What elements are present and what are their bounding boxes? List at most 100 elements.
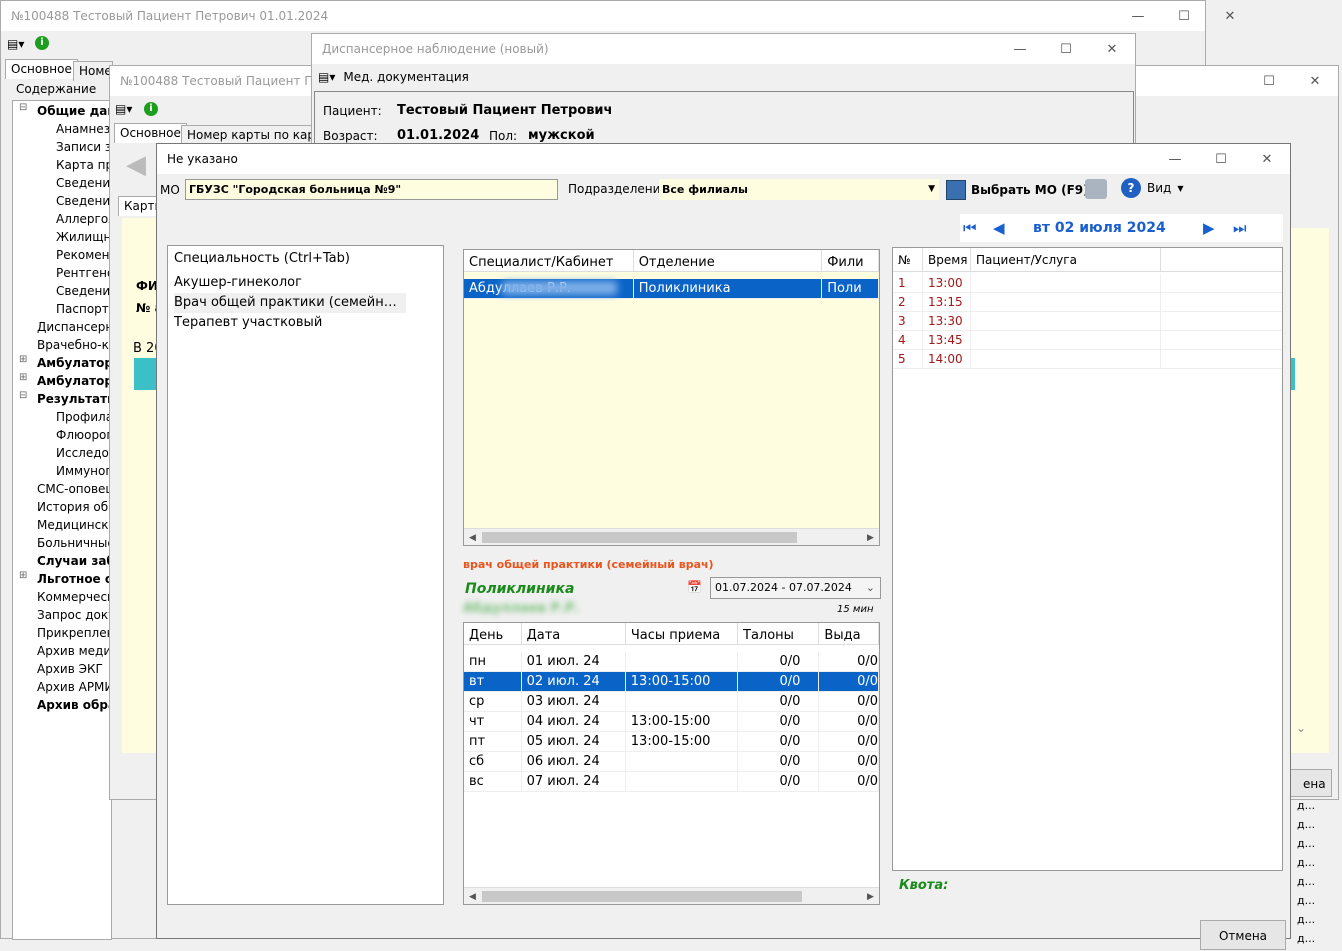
column-header[interactable]: №: [893, 248, 923, 271]
column-header[interactable]: Талоны: [738, 623, 820, 644]
tree-item[interactable]: Амбулаторна: [37, 354, 112, 372]
column-header[interactable]: Выда: [819, 623, 879, 644]
first-page-icon[interactable]: ⏮: [963, 219, 993, 237]
tree-item[interactable]: Паспорт г: [56, 300, 112, 318]
expand-toggle-icon[interactable]: ⊞: [19, 354, 27, 365]
tree-item[interactable]: Диспансерно: [37, 318, 112, 336]
close-icon[interactable]: ✕: [1089, 34, 1135, 64]
maximize-icon[interactable]: ☐: [1043, 34, 1089, 64]
printer-icon[interactable]: [1085, 179, 1107, 199]
info-icon[interactable]: i: [35, 36, 49, 50]
column-header[interactable]: Специалист/Кабинет: [464, 250, 634, 271]
column-header[interactable]: Фили: [822, 250, 879, 271]
teal-button[interactable]: [134, 358, 158, 390]
scroll-left-icon[interactable]: ◀: [464, 888, 481, 904]
slot-row[interactable]: 3 13:30: [893, 312, 1282, 331]
column-header[interactable]: Дата: [522, 623, 626, 644]
scroll-left-icon[interactable]: ◀: [464, 529, 481, 545]
scroll-thumb[interactable]: [482, 532, 797, 543]
tree-item[interactable]: Карта про: [56, 156, 112, 174]
table-row[interactable]: сб 06 июл. 24 0/0 0/0: [464, 752, 879, 772]
tree-item[interactable]: Исследова: [56, 444, 112, 462]
date-range-select[interactable]: 01.07.2024 - 07.07.2024 ⌄: [710, 577, 881, 599]
tree-item[interactable]: Профилак: [56, 408, 112, 426]
minimize-icon[interactable]: [1200, 66, 1246, 96]
tree-item[interactable]: Архив медици: [37, 642, 112, 660]
column-header[interactable]: Отделение: [634, 250, 823, 271]
horizontal-scrollbar[interactable]: ◀ ▶: [464, 528, 879, 545]
tree-item[interactable]: Коммерчески: [37, 588, 112, 606]
nav-back-icon[interactable]: ◀: [126, 150, 146, 180]
dept-select[interactable]: Все филиалы ▼: [659, 179, 939, 200]
column-header[interactable]: Время: [923, 248, 971, 271]
slot-row[interactable]: 5 14:00: [893, 350, 1282, 369]
tree-item[interactable]: Архив ЭКГ: [37, 660, 112, 678]
scroll-down-icon[interactable]: ⌄: [1296, 721, 1306, 735]
scroll-thumb[interactable]: [482, 891, 802, 902]
last-page-icon[interactable]: ⏭: [1233, 219, 1247, 237]
horizontal-scrollbar[interactable]: ◀ ▶: [464, 887, 879, 904]
scroll-right-icon[interactable]: ▶: [862, 529, 879, 545]
tree-item[interactable]: Сведения: [56, 192, 112, 210]
tree-item[interactable]: Записи за: [56, 138, 112, 156]
tree-item[interactable]: Архив обращ: [37, 696, 112, 714]
next-icon[interactable]: ▶: [1203, 219, 1233, 237]
mo-field[interactable]: ГБУЗС "Городская больница №9": [185, 179, 558, 200]
table-row[interactable]: ср 03 июл. 24 0/0 0/0: [464, 692, 879, 712]
tree-item[interactable]: Льготное обе: [37, 570, 112, 588]
tree-item[interactable]: Жилищно: [56, 228, 112, 246]
table-row[interactable]: пт 05 июл. 24 13:00-15:00 0/0 0/0: [464, 732, 879, 752]
prev-icon[interactable]: ◀: [993, 219, 1033, 237]
table-row[interactable]: пн 01 июл. 24 0/0 0/0: [464, 652, 879, 672]
table-row[interactable]: вт 02 июл. 24 13:00-15:00 0/0 0/0: [464, 672, 879, 692]
tree-item[interactable]: Иммуноп: [56, 462, 112, 480]
report-menu-icon[interactable]: ▤▾: [115, 102, 132, 116]
view-menu[interactable]: ? Вид ▼: [1121, 178, 1183, 198]
slot-row[interactable]: 2 13:15: [893, 293, 1282, 312]
calendar-icon[interactable]: 📅: [687, 580, 702, 594]
report-menu-icon[interactable]: ▤▾: [7, 37, 24, 51]
expand-toggle-icon[interactable]: ⊟: [19, 390, 27, 401]
minimize-icon[interactable]: —: [1152, 144, 1198, 174]
column-header[interactable]: Часы приема: [626, 623, 738, 644]
cancel-button[interactable]: Отмена: [1200, 920, 1286, 950]
tree-item[interactable]: Случаи забол: [37, 552, 112, 570]
slot-row[interactable]: 1 13:00: [893, 274, 1282, 293]
tree-item[interactable]: Запрос докум: [37, 606, 112, 624]
close-icon[interactable]: ✕: [1207, 1, 1253, 31]
specialty-item[interactable]: Врач общей практики (семейный врач): [174, 293, 406, 313]
tree-item[interactable]: История обра: [37, 498, 112, 516]
tree-item[interactable]: Медицинская: [37, 516, 112, 534]
close-icon[interactable]: ✕: [1244, 144, 1290, 174]
scroll-right-icon[interactable]: ▶: [862, 888, 879, 904]
specialty-item[interactable]: Акушер-гинеколог: [174, 273, 406, 293]
tree-item[interactable]: Сведения: [56, 174, 112, 192]
tree-item[interactable]: Рентгенов: [56, 264, 112, 282]
tree-item[interactable]: Амбулаторна: [37, 372, 112, 390]
maximize-icon[interactable]: ☐: [1161, 1, 1207, 31]
tree-item[interactable]: Рекоменд: [56, 246, 112, 264]
tree-item[interactable]: Прикрепленн: [37, 624, 112, 642]
tab-main[interactable]: Основное: [114, 123, 187, 143]
close-icon[interactable]: ✕: [1292, 66, 1338, 96]
maximize-icon[interactable]: ☐: [1198, 144, 1244, 174]
tree-item[interactable]: Больничные: [37, 534, 112, 552]
tree-item[interactable]: Общие данн: [37, 102, 112, 120]
table-row[interactable]: вс 07 июл. 24 0/0 0/0: [464, 772, 879, 792]
tree-item[interactable]: Архив АРМИС: [37, 678, 112, 696]
specialty-item[interactable]: Терапевт участковый: [174, 313, 406, 333]
minimize-icon[interactable]: —: [1115, 1, 1161, 31]
choose-mo-button[interactable]: Выбрать МО (F9): [946, 177, 1089, 203]
tab-number[interactable]: Номер: [73, 61, 113, 81]
expand-toggle-icon[interactable]: ⊞: [19, 372, 27, 383]
tree-item[interactable]: Флюорогр: [56, 426, 112, 444]
med-docs-menu[interactable]: ▤▾ Мед. документация: [318, 70, 469, 84]
tree-item[interactable]: Анамнез ж: [56, 120, 112, 138]
tree-item[interactable]: Сведения: [56, 282, 112, 300]
tree-item[interactable]: Врачебно-ко: [37, 336, 112, 354]
tree-item[interactable]: СМС-оповещ: [37, 480, 112, 498]
expand-toggle-icon[interactable]: ⊟: [19, 102, 27, 113]
tree-item[interactable]: Аллергол: [56, 210, 112, 228]
tab-card-number[interactable]: Номер карты по картоте: [181, 125, 316, 145]
tree-item[interactable]: Результаты н: [37, 390, 112, 408]
